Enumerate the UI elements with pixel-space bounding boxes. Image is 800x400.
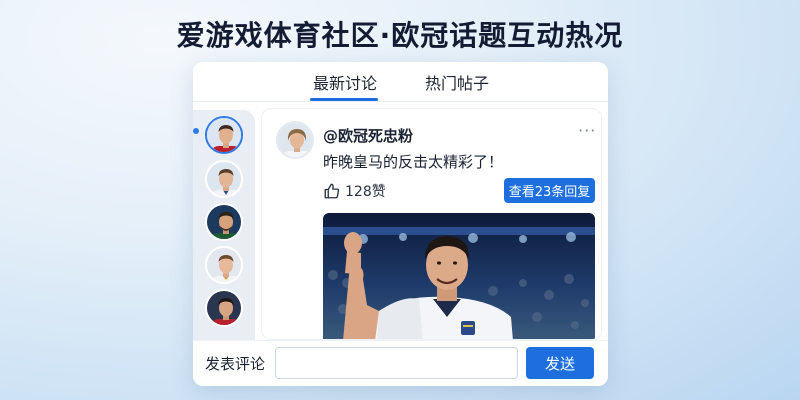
comment-bar: 发表评论 发送 bbox=[193, 340, 608, 386]
page-title: 爱游戏体育社区·欧冠话题互动热况 bbox=[176, 19, 624, 52]
send-button[interactable]: 发送 bbox=[526, 347, 594, 379]
user-avatar-rail bbox=[193, 110, 255, 340]
player-avatar-icon bbox=[207, 162, 241, 196]
comment-label: 发表评论 bbox=[205, 355, 266, 373]
more-options-icon[interactable]: ··· bbox=[578, 121, 596, 140]
view-replies-button[interactable]: 查看23条回复 bbox=[504, 178, 595, 203]
tab-latest[interactable]: 最新讨论 bbox=[313, 70, 377, 94]
player-celebration-photo bbox=[323, 213, 595, 339]
author-avatar-icon bbox=[278, 123, 312, 157]
rail-avatar-2[interactable] bbox=[205, 160, 243, 198]
player-avatar-icon bbox=[207, 205, 241, 239]
like-count: 128赞 bbox=[345, 184, 386, 200]
rail-avatar-3[interactable] bbox=[205, 203, 243, 241]
post-card: @欧冠死忠粉 ··· 昨晚皇马的反击太精彩了！ 128赞 查看23条回复 bbox=[261, 108, 602, 340]
like-button[interactable]: 128赞 bbox=[323, 181, 386, 201]
post-author-avatar[interactable] bbox=[276, 121, 314, 159]
comment-input[interactable] bbox=[275, 347, 518, 379]
rail-avatar-5[interactable] bbox=[205, 289, 243, 327]
thumbs-up-icon bbox=[324, 183, 340, 199]
player-avatar-icon bbox=[207, 291, 241, 325]
post-image[interactable] bbox=[323, 213, 595, 339]
tab-hot[interactable]: 热门帖子 bbox=[425, 70, 489, 94]
rail-avatar-1[interactable] bbox=[205, 116, 243, 154]
tab-bar: 最新讨论 热门帖子 bbox=[193, 62, 608, 102]
active-tab-indicator bbox=[310, 98, 378, 101]
player-avatar-icon bbox=[207, 118, 241, 152]
post-text: 昨晚皇马的反击太精彩了！ bbox=[323, 153, 504, 171]
active-indicator-dot bbox=[193, 128, 199, 134]
community-card: 最新讨论 热门帖子 @欧冠死忠粉 ··· 昨晚皇马的反击太精彩了！ 128赞 查… bbox=[193, 62, 608, 386]
player-avatar-icon bbox=[207, 248, 241, 282]
rail-avatar-4[interactable] bbox=[205, 246, 243, 284]
post-author-name[interactable]: @欧冠死忠粉 bbox=[323, 125, 413, 146]
